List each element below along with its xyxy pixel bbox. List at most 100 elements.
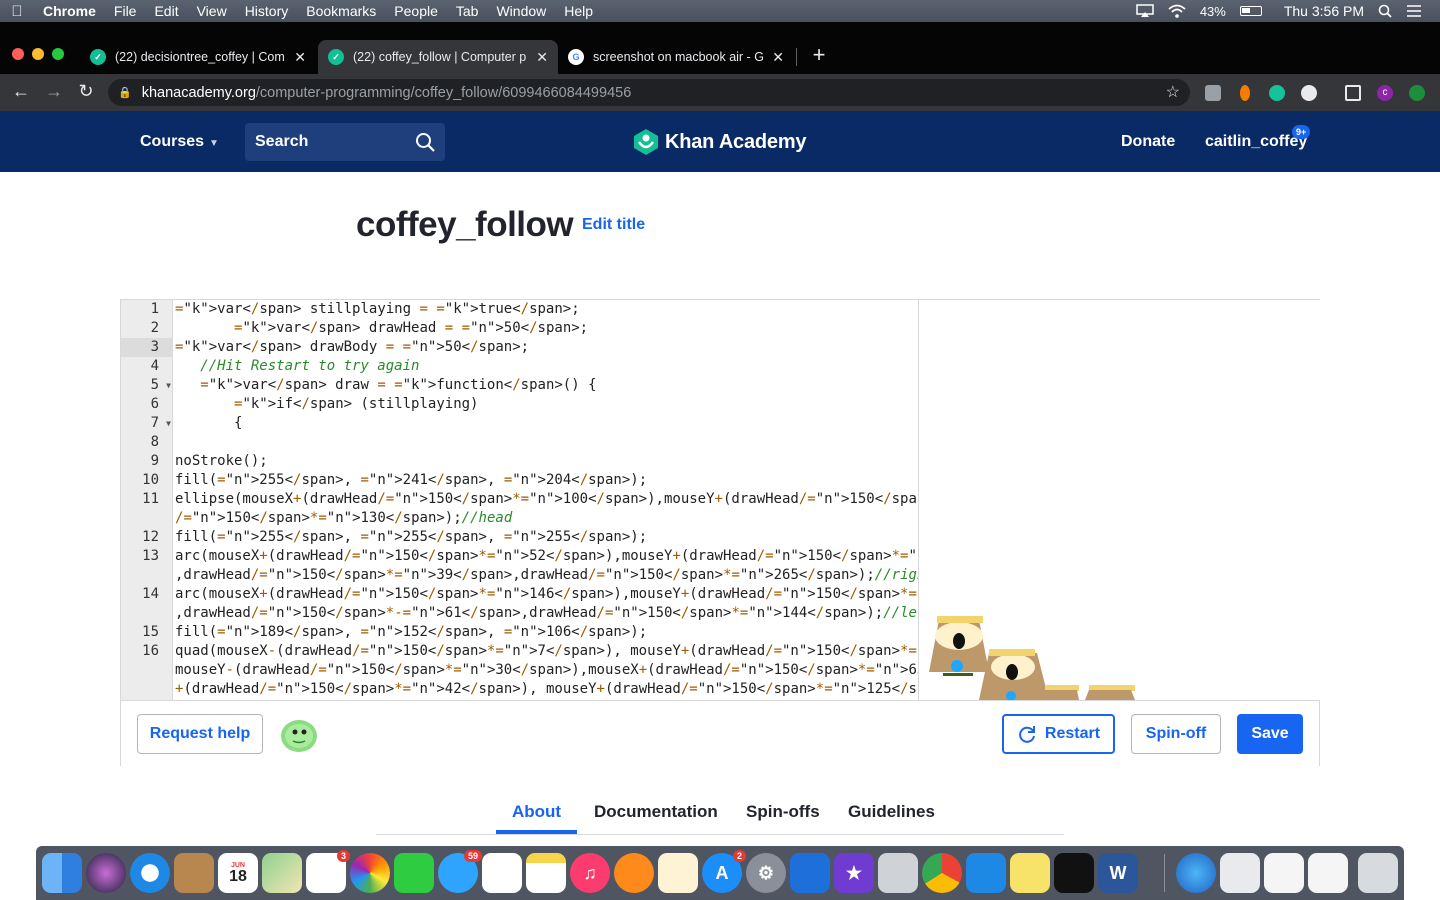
menu-file[interactable]: File [105, 3, 146, 19]
word-icon[interactable]: W [1098, 853, 1138, 893]
activity-monitor-icon[interactable] [1054, 853, 1094, 893]
window-minimize-button[interactable] [32, 48, 44, 60]
roblox-icon[interactable] [878, 853, 918, 893]
code-line[interactable]: ="k">var</span> stillplaying = ="k">true… [175, 300, 580, 319]
menu-edit[interactable]: Edit [145, 3, 187, 19]
close-tab-icon[interactable]: ✕ [772, 49, 784, 66]
request-help-button[interactable]: Request help [137, 714, 263, 754]
menu-tab[interactable]: Tab [447, 3, 488, 19]
finder-icon[interactable] [42, 853, 82, 893]
code-line[interactable]: quad(mouseX-(drawHead/="n">150</span>*="… [175, 642, 918, 661]
window-close-button[interactable] [12, 48, 24, 60]
code-line[interactable]: ="k">var</span> draw = ="k">function</sp… [175, 376, 596, 395]
hopper-avatar-icon[interactable] [279, 715, 319, 755]
menu-view[interactable]: View [188, 3, 236, 19]
system-preferences-icon[interactable]: ⚙ [746, 853, 786, 893]
fold-arrow-icon[interactable]: ▼ [166, 376, 171, 395]
safari-icon[interactable] [130, 853, 170, 893]
window-zoom-button[interactable] [52, 48, 64, 60]
notification-center-icon[interactable] [1406, 4, 1422, 18]
extension-notion-icon[interactable] [1205, 85, 1221, 101]
program-output-canvas[interactable] [918, 300, 1320, 700]
keynote-icon[interactable] [790, 853, 830, 893]
spin-off-button[interactable]: Spin-off [1131, 714, 1221, 754]
code-line[interactable]: arc(mouseX+(drawHead/="n">150</span>*="n… [175, 547, 918, 566]
maps-icon[interactable] [262, 853, 302, 893]
minimized-window-icon[interactable] [1264, 853, 1304, 893]
restart-button[interactable]: Restart [1002, 714, 1115, 754]
minimized-window-icon[interactable] [1308, 853, 1348, 893]
code-line[interactable]: { [175, 414, 242, 433]
imovie-icon[interactable]: ★ [834, 853, 874, 893]
forward-arrow-icon[interactable]: → [43, 81, 65, 102]
stickies-icon[interactable] [1010, 853, 1050, 893]
apple-icon[interactable]:  [0, 3, 34, 20]
pages-icon[interactable] [658, 853, 698, 893]
menu-app-name[interactable]: Chrome [34, 3, 105, 19]
chrome-icon[interactable] [922, 853, 962, 893]
menu-people[interactable]: People [385, 3, 447, 19]
notes-icon[interactable] [526, 853, 566, 893]
calendar-icon[interactable]: JUN 18 [218, 853, 258, 893]
code-line[interactable]: //Hit Restart to try again [175, 357, 419, 376]
extension-honey-icon[interactable] [1240, 85, 1250, 101]
app-store-icon[interactable]: A2 [702, 850, 746, 893]
tab-guidelines[interactable]: Guidelines [848, 802, 935, 822]
siri-icon[interactable] [86, 853, 126, 893]
code-line[interactable]: mouseY-(drawHead/="n">150</span>*="n">30… [175, 661, 918, 680]
donate-link[interactable]: Donate [1121, 133, 1175, 151]
code-line[interactable]: noStroke(); [175, 452, 268, 471]
new-tab-icon[interactable]: + [808, 42, 830, 68]
menu-help[interactable]: Help [555, 3, 602, 19]
trash-icon[interactable] [1358, 853, 1398, 893]
code-line[interactable]: fill(="n">189</span>, ="n">152</span>, =… [175, 623, 647, 642]
bookmark-star-icon[interactable]: ☆ [1166, 82, 1180, 102]
close-tab-icon[interactable]: ✕ [536, 49, 548, 66]
search-box[interactable]: Search [245, 123, 445, 161]
facetime-icon[interactable] [394, 853, 434, 893]
code-line[interactable]: ="k">var</span> drawHead = ="n">50</span… [175, 319, 588, 338]
update-arrow-icon[interactable] [1409, 85, 1425, 101]
save-button[interactable]: Save [1237, 714, 1303, 754]
music-icon[interactable]: ♫ [570, 853, 610, 893]
reminders-icon[interactable]: 3 [306, 850, 350, 893]
code-line[interactable]: ="k">var</span> drawBody = ="n">50</span… [175, 338, 529, 357]
code-editor[interactable]: ="k">var</span> stillplaying = ="k">true… [175, 300, 918, 700]
spotlight-icon[interactable] [1378, 4, 1392, 18]
user-menu[interactable]: caitlin_coffey [1205, 133, 1307, 151]
photos-icon[interactable] [350, 853, 390, 893]
code-line[interactable]: ,drawHead/="n">150</span>*-="n">61</span… [175, 604, 918, 623]
contacts-icon[interactable] [174, 853, 214, 893]
profile-avatar-icon[interactable]: c [1377, 85, 1393, 101]
books-icon[interactable] [614, 853, 654, 893]
edit-title-link[interactable]: Edit title [582, 216, 645, 234]
back-arrow-icon[interactable]: ← [10, 81, 32, 102]
browser-tab[interactable]: G screenshot on macbook air - G ✕ [558, 40, 794, 74]
roblox-studio-icon[interactable] [966, 853, 1006, 893]
browser-tab[interactable]: ✓ (22) decisiontree_coffey | Com ✕ [80, 40, 316, 74]
wifi-icon[interactable] [1168, 4, 1186, 18]
extension-reading-list-icon[interactable] [1345, 85, 1361, 101]
menubar-clock[interactable]: Thu 3:56 PM [1284, 3, 1364, 19]
close-tab-icon[interactable]: ✕ [294, 49, 306, 66]
code-line[interactable]: ellipse(mouseX+(drawHead/="n">150</span>… [175, 490, 918, 509]
downloads-folder-icon[interactable] [1176, 853, 1216, 893]
tab-documentation[interactable]: Documentation [594, 802, 718, 822]
address-bar[interactable]: 🔒 khanacademy.org/computer-programming/c… [108, 79, 1190, 106]
menu-window[interactable]: Window [487, 3, 555, 19]
search-icon[interactable] [415, 132, 435, 152]
code-line[interactable]: fill(="n">255</span>, ="n">241</span>, =… [175, 471, 647, 490]
extension-grammarly-icon[interactable] [1269, 85, 1285, 101]
code-line[interactable]: +(drawHead/="n">150</span>*="n">42</span… [175, 680, 918, 699]
browser-tab-active[interactable]: ✓ (22) coffey_follow | Computer p ✕ [318, 40, 558, 74]
code-line[interactable]: fill(="n">255</span>, ="n">255</span>, =… [175, 528, 647, 547]
tab-about[interactable]: About [512, 802, 561, 822]
menu-history[interactable]: History [236, 3, 298, 19]
tab-spin-offs[interactable]: Spin-offs [746, 802, 820, 822]
menu-bookmarks[interactable]: Bookmarks [297, 3, 385, 19]
fold-arrow-icon[interactable]: ▼ [166, 414, 171, 433]
battery-icon[interactable] [1239, 6, 1262, 16]
courses-menu[interactable]: Courses ▼ [140, 133, 219, 151]
code-line[interactable]: /="n">150</span>*="n">130</span>);//head [175, 509, 512, 528]
code-line[interactable]: ,drawHead/="n">150</span>*="n">39</span>… [175, 566, 918, 585]
